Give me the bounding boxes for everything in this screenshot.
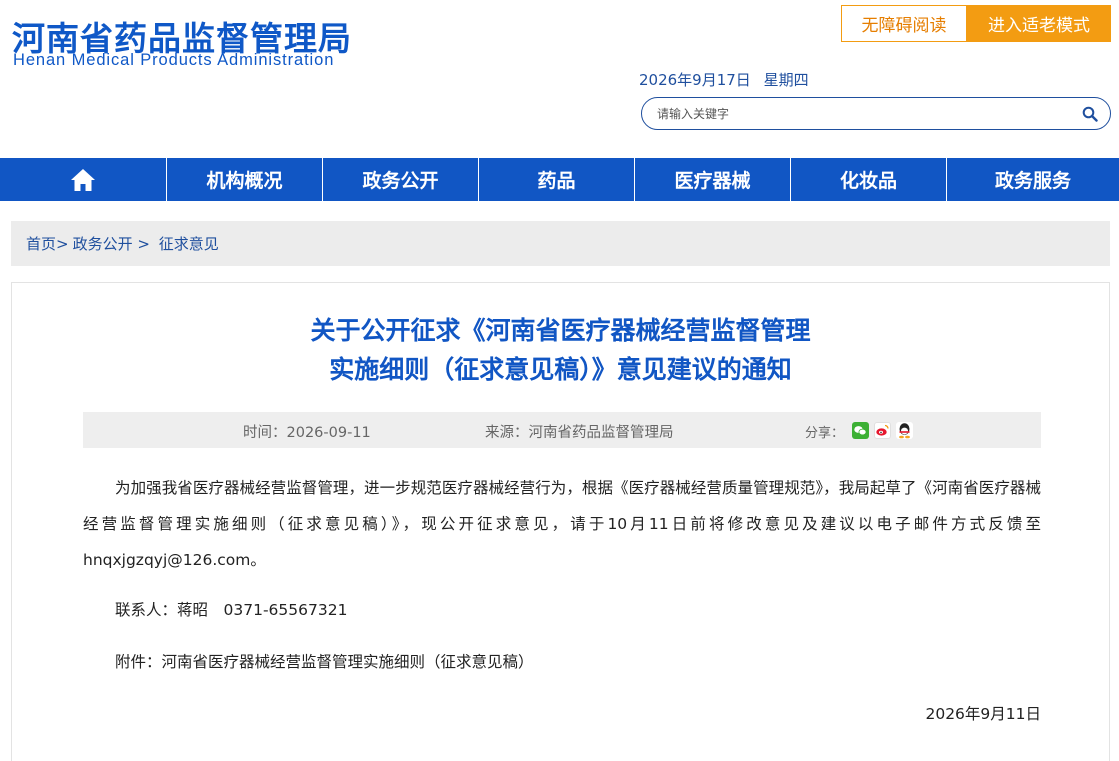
search-input[interactable]	[642, 98, 1070, 129]
search-icon	[1082, 106, 1098, 122]
site-logo-en: Henan Medical Products Administration	[13, 51, 335, 69]
article-meta: 时间：2026-09-11 来源：河南省药品监督管理局 分享：	[83, 412, 1041, 448]
breadcrumb-home[interactable]: 首页	[26, 233, 56, 254]
breadcrumb-solicit-opinions[interactable]: 征求意见	[159, 233, 219, 254]
nav-item-organization[interactable]: 机构概况	[167, 158, 323, 201]
current-date: 2026年9月17日 星期四	[639, 69, 817, 90]
breadcrumb-separator: >	[56, 234, 69, 253]
article-container: 关于公开征求《河南省医疗器械经营监督管理 实施细则（征求意见稿）》意见建议的通知…	[11, 282, 1110, 761]
weekday-text: 星期四	[763, 71, 809, 89]
article-title-line2: 实施细则（征求意见稿）》意见建议的通知	[329, 355, 792, 384]
article-sign-date: 2026年9月11日	[925, 705, 1041, 723]
article-title: 关于公开征求《河南省医疗器械经营监督管理 实施细则（征求意见稿）》意见建议的通知	[12, 311, 1109, 389]
search-box	[641, 97, 1111, 130]
site-header: 河南省药品监督管理局 Henan Medical Products Admini…	[0, 0, 1119, 158]
share-icons	[852, 422, 913, 439]
nav-item-drugs[interactable]: 药品	[479, 158, 635, 201]
breadcrumb-government-affairs[interactable]: 政务公开	[73, 233, 133, 254]
date-text: 2026年9月17日	[639, 71, 751, 89]
article-attachment[interactable]: 附件：河南省医疗器械经营监督管理实施细则（征求意见稿）	[83, 644, 1041, 680]
home-icon	[71, 168, 95, 191]
elder-mode-button[interactable]: 进入适老模式	[967, 5, 1111, 42]
article-paragraph: 为加强我省医疗器械经营监督管理，进一步规范医疗器械经营行为，根据《医疗器械经营质…	[83, 479, 1041, 569]
wechat-icon[interactable]	[852, 422, 869, 439]
nav-home[interactable]	[0, 158, 167, 201]
qq-icon[interactable]	[896, 422, 913, 439]
breadcrumb: 首页 > 政务公开 > 征求意见	[11, 221, 1110, 266]
publish-source: 来源：河南省药品监督管理局	[485, 425, 674, 441]
publish-time: 时间：2026-09-11	[243, 425, 371, 441]
breadcrumb-separator: >	[132, 234, 155, 253]
weibo-icon[interactable]	[874, 422, 891, 439]
nav-item-medical-devices[interactable]: 医疗器械	[635, 158, 791, 201]
nav-item-cosmetics[interactable]: 化妆品	[791, 158, 947, 201]
search-button[interactable]	[1070, 98, 1110, 129]
nav-item-government-services[interactable]: 政务服务	[947, 158, 1119, 201]
article-contact: 联系人：蒋昭 0371-65567321	[115, 601, 348, 619]
nav-item-government-affairs[interactable]: 政务公开	[323, 158, 479, 201]
article-title-line1: 关于公开征求《河南省医疗器械经营监督管理	[310, 316, 811, 345]
accessibility-reading-button[interactable]: 无障碍阅读	[841, 5, 967, 42]
share-label: 分享：	[805, 426, 845, 441]
main-nav: 机构概况 政务公开 药品 医疗器械 化妆品 政务服务	[0, 158, 1119, 201]
